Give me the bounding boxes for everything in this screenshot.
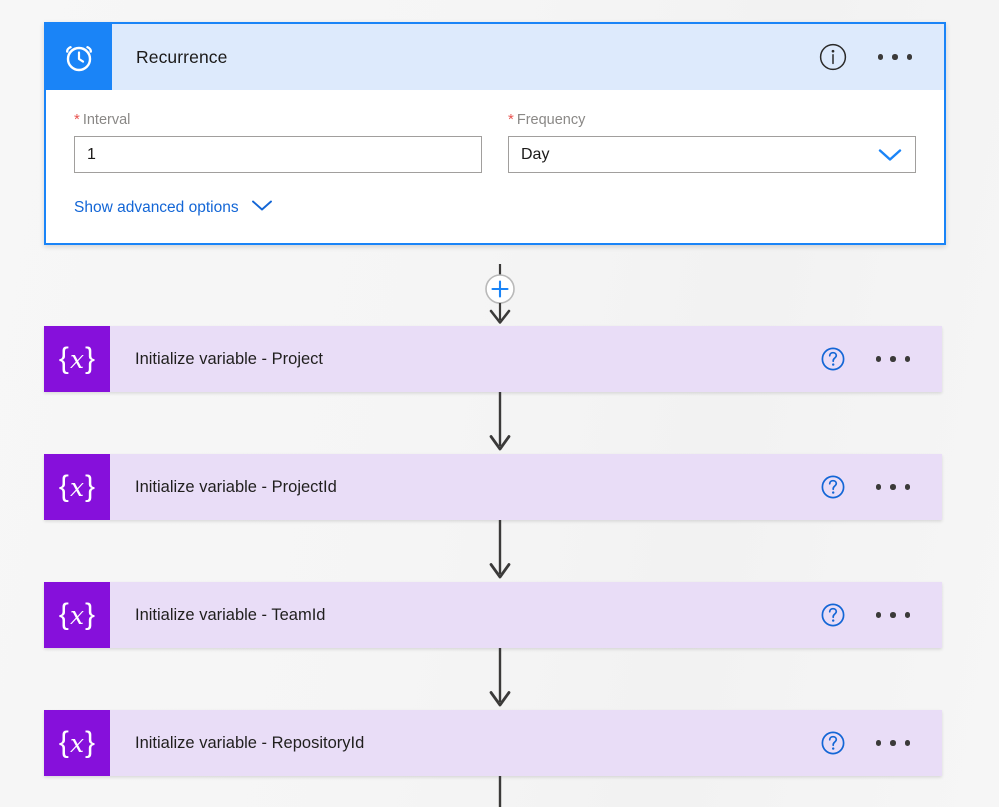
required-asterisk: * [508, 111, 514, 128]
help-circle-icon[interactable] [820, 602, 846, 628]
interval-label: * Interval [74, 112, 482, 128]
trigger-card-header[interactable]: Recurrence [46, 24, 944, 90]
more-ellipsis-icon[interactable] [875, 612, 910, 618]
chevron-down-icon [251, 199, 273, 217]
add-step-button[interactable] [484, 274, 515, 304]
more-ellipsis-icon[interactable] [875, 356, 910, 362]
more-ellipsis-icon[interactable] [875, 740, 910, 746]
interval-label-text: Interval [82, 112, 131, 128]
interval-input[interactable] [74, 136, 482, 173]
action-title: Initialize variable - ProjectId [135, 477, 337, 496]
variable-braces-x-icon: {x} [44, 454, 110, 520]
help-circle-icon[interactable] [820, 474, 846, 500]
alarm-clock-icon [46, 24, 112, 90]
connector-arrow [0, 648, 999, 710]
connector-arrow-clipped [0, 776, 999, 807]
help-circle-icon[interactable] [820, 346, 846, 372]
action-title: Initialize variable - Project [135, 349, 323, 368]
connector-arrow [0, 520, 999, 582]
interval-field: * Interval [74, 112, 482, 173]
trigger-fields-row: * Interval * Frequency Day [74, 112, 916, 173]
action-card-actions [820, 474, 943, 500]
action-title: Initialize variable - RepositoryId [135, 733, 365, 752]
chevron-down-icon [877, 147, 903, 163]
trigger-title: Recurrence [136, 46, 228, 67]
variable-braces-x-icon: {x} [44, 326, 110, 392]
connector-arrow [0, 392, 999, 454]
flow-designer-canvas: Recurrence * Interval 1 * Frequency Day … [0, 0, 999, 807]
action-title: Initialize variable - TeamId [135, 605, 326, 624]
more-ellipsis-icon[interactable] [877, 54, 912, 60]
trigger-header-actions [818, 42, 945, 72]
trigger-card-body: * Interval * Frequency Day [46, 90, 944, 243]
more-ellipsis-icon[interactable] [875, 484, 910, 490]
recurrence-trigger-card[interactable]: Recurrence * Interval 1 * Frequency Day … [44, 22, 946, 245]
show-advanced-options-button[interactable]: Show advanced options [74, 199, 273, 217]
help-circle-icon[interactable] [820, 730, 846, 756]
variable-braces-x-icon: {x} [44, 710, 110, 776]
frequency-selected-value: Day [521, 145, 550, 163]
frequency-label-text: Frequency [516, 112, 586, 128]
frequency-label: * Frequency [508, 112, 916, 128]
action-card-initialize-variable-project[interactable]: {x} Initialize variable - Project [44, 326, 942, 392]
connector-add-step [0, 264, 999, 326]
action-card-initialize-variable-repositoryid[interactable]: {x} Initialize variable - RepositoryId [44, 710, 942, 776]
action-card-initialize-variable-projectid[interactable]: {x} Initialize variable - ProjectId [44, 454, 942, 520]
variable-braces-x-icon: {x} [44, 582, 110, 648]
action-card-actions [820, 730, 943, 756]
frequency-field: * Frequency Day [508, 112, 916, 173]
required-asterisk: * [74, 111, 80, 128]
action-card-actions [820, 602, 943, 628]
frequency-select[interactable]: Day [508, 136, 916, 173]
action-card-initialize-variable-teamid[interactable]: {x} Initialize variable - TeamId [44, 582, 942, 648]
info-circle-icon[interactable] [818, 42, 848, 72]
action-card-actions [820, 346, 943, 372]
show-advanced-options-label: Show advanced options [74, 199, 239, 216]
